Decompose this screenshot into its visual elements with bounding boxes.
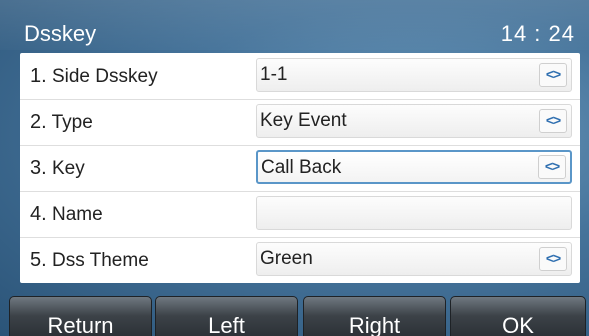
return-button[interactable]: Return	[9, 296, 152, 336]
row-number: 2.	[30, 111, 47, 133]
row-number: 4.	[30, 203, 47, 225]
setting-row-name[interactable]: 4. Name	[20, 191, 580, 238]
type-field[interactable]: Key Event <>	[256, 104, 572, 138]
row-label-text: Name	[51, 204, 103, 225]
field-value: 1-1	[260, 64, 288, 85]
row-label-text: Dss Theme	[51, 250, 149, 271]
left-button[interactable]: Left	[155, 296, 298, 336]
setting-row-side-dsskey[interactable]: 1. Side Dsskey 1-1 <>	[20, 53, 580, 100]
row-label-text: Type	[51, 112, 93, 133]
row-label: 2. Type	[30, 99, 93, 145]
row-number: 5.	[30, 249, 47, 271]
row-number: 3.	[30, 157, 47, 179]
softkey-bar: Return Left Right OK	[0, 296, 589, 336]
key-field[interactable]: Call Back <>	[256, 150, 572, 184]
ok-button[interactable]: OK	[450, 296, 586, 336]
row-number: 1.	[30, 65, 47, 87]
clock: 14 : 24	[500, 21, 575, 46]
right-button[interactable]: Right	[303, 296, 446, 336]
row-label: 4. Name	[30, 191, 103, 237]
left-right-arrows-icon[interactable]: <>	[538, 155, 566, 179]
left-right-arrows-icon[interactable]: <>	[539, 109, 567, 133]
row-label: 5. Dss Theme	[30, 237, 149, 283]
dss-theme-field[interactable]: Green <>	[256, 242, 572, 276]
left-right-arrows-icon[interactable]: <>	[539, 247, 567, 271]
page-title: Dsskey	[24, 21, 97, 46]
settings-list: 1. Side Dsskey 1-1 <> 2. Type Key Event …	[20, 53, 580, 283]
title-bar: Dsskey 14 : 24	[0, 0, 589, 50]
row-label-text: Side Dsskey	[51, 66, 158, 87]
field-value: Key Event	[260, 110, 347, 131]
setting-row-type[interactable]: 2. Type Key Event <>	[20, 99, 580, 146]
field-value: Call Back	[261, 157, 342, 178]
field-value: Green	[260, 248, 313, 269]
name-input[interactable]	[256, 196, 572, 230]
row-label: 3. Key	[30, 145, 85, 191]
setting-row-key[interactable]: 3. Key Call Back <>	[20, 145, 580, 192]
row-label: 1. Side Dsskey	[30, 53, 158, 99]
left-right-arrows-icon[interactable]: <>	[539, 63, 567, 87]
row-label-text: Key	[51, 158, 85, 179]
side-dsskey-field[interactable]: 1-1 <>	[256, 58, 572, 92]
phone-screen: Dsskey 14 : 24 1. Side Dsskey 1-1 <> 2. …	[0, 0, 589, 336]
setting-row-dss-theme[interactable]: 5. Dss Theme Green <>	[20, 237, 580, 283]
